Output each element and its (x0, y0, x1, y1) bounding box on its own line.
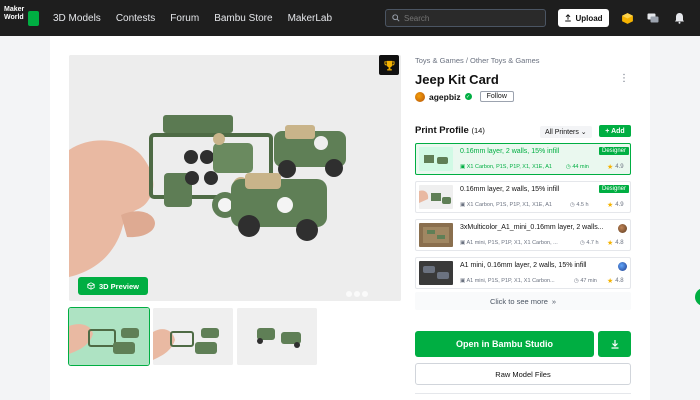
bell-icon[interactable] (672, 11, 686, 25)
printer-icon: ▣ (460, 202, 466, 208)
profile-printers: A1 mini, P1S, P1P, X1, X1 Carbon, ... (466, 240, 558, 246)
avatar[interactable] (415, 91, 425, 102)
clock-icon: ◷ (566, 164, 571, 170)
nav-makerlab[interactable]: MakerLab (288, 13, 332, 24)
open-in-bambu-studio-button[interactable]: Open in Bambu Studio (415, 331, 594, 357)
model-hero-image[interactable] (69, 55, 401, 301)
image-controls (346, 291, 368, 297)
cube-outline-icon (87, 282, 95, 290)
verified-icon: ✓ (464, 93, 472, 100)
raw-model-files-button[interactable]: Raw Model Files (415, 363, 631, 385)
chevron-down-icon: ⌄ (580, 129, 587, 136)
print-profile-header: Print Profile (14) All Printers ⌄ + Add (415, 125, 631, 139)
thumbnail-1[interactable] (69, 308, 149, 365)
chevron-double-down-icon: » (551, 296, 557, 306)
nav-3d-models[interactable]: 3D Models (53, 13, 101, 24)
cube-icon[interactable] (620, 11, 634, 25)
author-name[interactable]: agepbiz (429, 92, 461, 102)
profile-thumbnail (419, 261, 453, 285)
profile-time: 44 min (572, 164, 589, 170)
3d-preview-button[interactable]: 3D Preview (78, 277, 148, 295)
nav-bambu-store[interactable]: Bambu Store (214, 13, 272, 24)
profile-item[interactable]: 0.16mm layer, 2 walls, 15% infill Design… (415, 181, 631, 213)
designer-badge: Designer (599, 185, 630, 193)
profile-printers: X1 Carbon, P1S, P1P, X1, X1E, A1 (466, 164, 552, 170)
printer-icon: ▣ (460, 164, 466, 170)
printer-filter-dropdown[interactable]: All Printers ⌄ (540, 126, 592, 138)
designer-badge: Designer (599, 147, 630, 155)
profile-thumbnail (419, 185, 453, 209)
nav-forum[interactable]: Forum (170, 13, 199, 24)
chat-icon[interactable] (646, 11, 660, 25)
clock-icon: ◷ (574, 278, 579, 284)
star-icon: ★ (607, 164, 614, 171)
profile-time: 47 min (580, 278, 597, 284)
download-icon (611, 340, 618, 349)
more-options-icon[interactable]: ⋮ (619, 73, 629, 84)
avatar[interactable] (618, 224, 627, 233)
profile-rating: 4.9 (615, 202, 624, 208)
profile-time: 4.5 h (576, 202, 589, 208)
author-row: agepbiz ✓ Follow (415, 91, 514, 102)
profile-name: 3xMulticolor_A1_mini_0.16mm layer, 2 wal… (460, 224, 604, 231)
fullscreen-control[interactable] (354, 291, 360, 297)
search-box[interactable] (385, 9, 546, 27)
nav-contests[interactable]: Contests (116, 13, 155, 24)
see-more-button[interactable]: Click to see more » (415, 292, 631, 310)
profile-name: 0.16mm layer, 2 walls, 15% infill (460, 148, 560, 155)
star-icon: ★ (607, 202, 614, 209)
profile-rating: 4.8 (615, 278, 624, 284)
star-icon: ★ (607, 240, 614, 247)
download-button[interactable] (598, 331, 631, 357)
trophy-icon[interactable] (379, 55, 399, 75)
side-feedback-tab[interactable] (695, 288, 700, 306)
share-control[interactable] (362, 291, 368, 297)
top-navigation-bar: Maker World 3D Models Contests Forum Bam… (0, 0, 700, 36)
thumbnail-2[interactable] (153, 308, 233, 365)
print-profile-title: Print Profile (415, 125, 469, 136)
image-thumbnails (69, 308, 317, 365)
clock-icon: ◷ (570, 202, 575, 208)
breadcrumb[interactable]: Toys & Games / Other Toys & Games (415, 56, 540, 65)
zoom-control[interactable] (346, 291, 352, 297)
profile-rating: 4.9 (615, 164, 624, 170)
profile-item[interactable]: A1 mini, 0.16mm layer, 2 walls, 15% infi… (415, 257, 631, 289)
page-title: Jeep Kit Card (415, 72, 499, 87)
search-icon (392, 14, 400, 22)
profile-name: 0.16mm layer, 2 walls, 15% infill (460, 186, 560, 193)
avatar[interactable] (618, 262, 627, 271)
bottom-actions (415, 393, 631, 400)
main-nav: 3D Models Contests Forum Bambu Store Mak… (53, 0, 332, 36)
makerworld-logo[interactable]: Maker World (4, 6, 39, 30)
search-input[interactable] (404, 13, 534, 23)
thumbnail-3[interactable] (237, 308, 317, 365)
profile-time: 4.7 h (586, 240, 599, 246)
upload-icon (565, 14, 572, 22)
printer-icon: ▣ (460, 278, 466, 284)
print-profile-count: (14) (471, 126, 485, 135)
star-icon: ★ (607, 278, 614, 285)
profile-thumbnail (419, 147, 453, 171)
add-profile-button[interactable]: + Add (599, 125, 631, 137)
profile-name: A1 mini, 0.16mm layer, 2 walls, 15% infi… (460, 262, 587, 269)
upload-button[interactable]: Upload (558, 9, 609, 27)
profile-thumbnail (419, 223, 453, 247)
profile-item[interactable]: 0.16mm layer, 2 walls, 15% infill Design… (415, 143, 631, 175)
profile-printers: X1 Carbon, P1S, P1P, X1, X1E, A1 (466, 202, 552, 208)
profile-item[interactable]: 3xMulticolor_A1_mini_0.16mm layer, 2 wal… (415, 219, 631, 251)
profile-printers: A1 mini, P1S, P1P, X1, X1 Carbon... (466, 278, 555, 284)
printer-icon: ▣ (460, 240, 466, 246)
follow-button[interactable]: Follow (479, 91, 514, 102)
clock-icon: ◷ (580, 240, 585, 246)
profile-rating: 4.8 (615, 240, 624, 246)
